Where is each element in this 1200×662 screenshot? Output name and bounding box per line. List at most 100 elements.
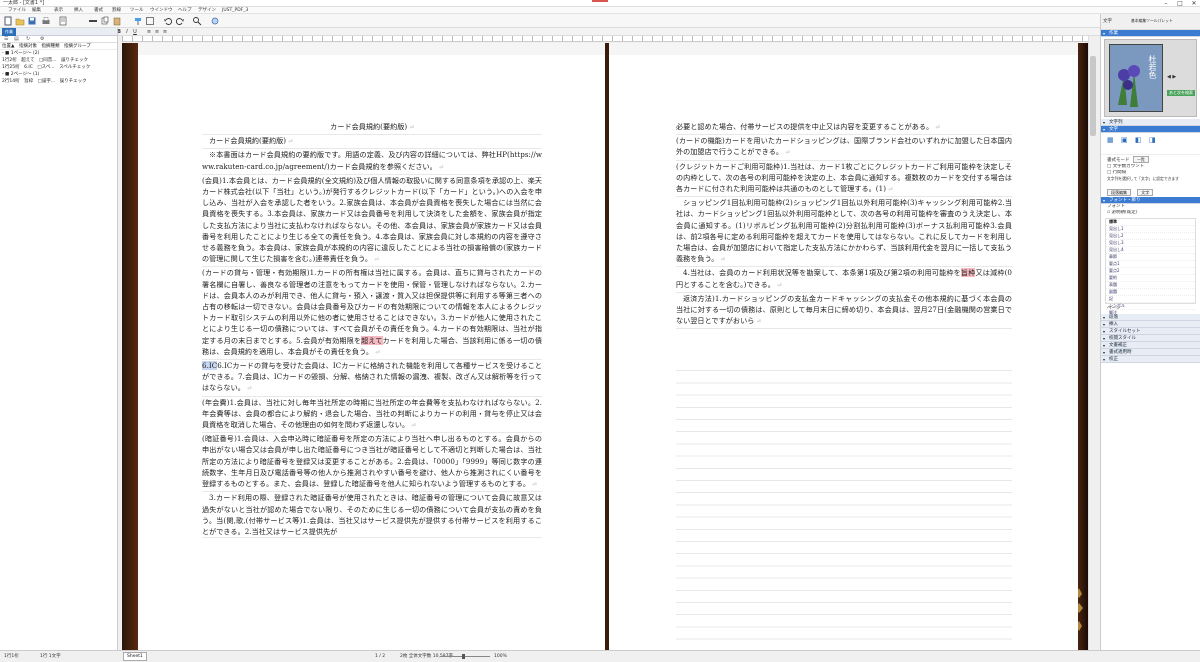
zoom-slider-thumb[interactable] — [462, 654, 465, 659]
settings-icon[interactable]: ⚙ — [40, 36, 44, 43]
underline-button[interactable]: U — [132, 28, 138, 36]
style-item[interactable]: 要点2 — [1106, 268, 1195, 275]
menu-ruled-lines[interactable]: 罫線 — [112, 7, 121, 14]
result-row[interactable]: 1行2桁 超えて □同音... 誤りチェック — [0, 57, 117, 64]
copy-style-icon[interactable]: ▣ — [1121, 136, 1128, 144]
prev-template-icon[interactable]: ◀ ▶ — [1167, 74, 1176, 80]
ruby-icon[interactable]: ◨ — [1149, 136, 1156, 144]
style-item[interactable]: 見出し1 — [1106, 226, 1195, 233]
section-proofread[interactable]: 校正 — [1101, 356, 1200, 363]
style-item[interactable]: 要点1 — [1106, 261, 1195, 268]
menu-just-pdf[interactable]: JUST_PDF_3 — [222, 7, 248, 14]
menu-file[interactable]: ファイル — [8, 7, 26, 14]
empty-lines[interactable] — [676, 359, 1012, 649]
menu-format[interactable]: 書式 — [94, 7, 103, 14]
tab-work[interactable]: 作業 — [2, 28, 16, 36]
open-folder-icon[interactable] — [15, 16, 25, 26]
section-doc-correction[interactable]: 文書補正 — [1101, 342, 1200, 349]
section-review-style[interactable]: 校閲スタイル — [1101, 335, 1200, 342]
style-item[interactable]: 見出し3 — [1106, 240, 1195, 247]
style-item[interactable]: 副題 — [1106, 289, 1195, 296]
result-row[interactable]: 2行14桁 旨枠 □誤字... 誤りチェック — [0, 78, 117, 85]
menu-view[interactable]: 表示 — [54, 7, 63, 14]
result-group[interactable]: - ■ 1ページ～ (2) — [0, 50, 117, 57]
template-preview[interactable]: 杜若色 ◀ ▶ あと次を検索 — [1104, 39, 1197, 117]
section-insert[interactable]: 挿入 — [1101, 321, 1200, 328]
paste-icon[interactable] — [112, 16, 122, 26]
refresh-icon[interactable]: ↻ — [26, 36, 30, 43]
new-document-icon[interactable] — [3, 16, 13, 26]
style-item[interactable]: 表題 — [1106, 282, 1195, 289]
result-row[interactable]: 1行25桁 6.IC □スペ... スペルチェック — [0, 64, 117, 71]
paragraph[interactable]: (クレジットカードご利用可能枠)1.当社は、カード1枚ごとにクレジットカードご利… — [676, 161, 1012, 198]
search-icon[interactable] — [192, 16, 202, 26]
paragraph[interactable]: ※本書面はカード会員規約の要約版です。用語の定義、及び内容の詳細については、弊社… — [202, 149, 542, 175]
paragraph[interactable]: 6.IC6.ICカードの貸与を受けた会員は、ICカードに格納された機能を利用して… — [202, 360, 542, 397]
style-icon[interactable]: ◧ — [1135, 136, 1142, 144]
section-text-list[interactable]: 文字列 — [1101, 119, 1200, 126]
section-format-apply[interactable]: 書式適用時 — [1101, 349, 1200, 356]
paragraph-edit-button[interactable]: 段落編集 — [1107, 189, 1131, 196]
check-highlight-red[interactable]: 超えて — [361, 335, 383, 345]
menu-window[interactable]: ウインドウ — [150, 7, 173, 14]
minimize-button[interactable]: – — [1160, 0, 1172, 7]
paragraph[interactable]: 3.カード利用の際、登録された暗証番号が使用されたときは、暗証番号の管理について… — [202, 492, 542, 539]
scrollbar-thumb[interactable] — [1090, 56, 1096, 136]
doc-mode-select[interactable]: 一覧 — [1132, 156, 1149, 163]
filter-icon[interactable]: ▤ — [14, 36, 19, 43]
paragraph[interactable]: 4.当社は、会員のカード利用状況等を勘案して、本条第1項及び第2項の利用可能枠を… — [676, 267, 1012, 293]
format-paint-icon[interactable] — [133, 16, 143, 26]
sheet-tab[interactable]: Sheet1 — [123, 652, 147, 661]
paragraph[interactable]: ショッピング1回払利用可能枠(2)ショッピング1回払以外利用可能枠(3)キャッシ… — [676, 197, 1012, 268]
style-item[interactable]: 章節 — [1106, 254, 1195, 261]
maximize-button[interactable]: □ — [1174, 0, 1186, 7]
style-item[interactable]: 見出し4 — [1106, 247, 1195, 254]
next-search-button[interactable]: あと次を検索 — [1167, 90, 1195, 96]
close-button[interactable]: ✕ — [1188, 0, 1200, 7]
style-item[interactable]: 要約 — [1106, 275, 1195, 282]
vertical-scrollbar[interactable] — [1088, 36, 1097, 650]
zoom-icon[interactable] — [210, 16, 220, 26]
font-select[interactable]: ▫ 游明朝(既定) — [1101, 210, 1200, 216]
section-paragraph[interactable]: 段落 — [1101, 314, 1200, 321]
text-button[interactable]: 文字 — [1137, 189, 1154, 196]
menu-insert[interactable]: 挿入 — [74, 7, 83, 14]
paragraph[interactable]: 返済方法)1.カードショッピングの支払金カードキャッシングの支払金その他本規約に… — [676, 293, 1012, 330]
result-group[interactable]: - ■ 2ページ～ (1) — [0, 71, 117, 78]
paragraph[interactable]: (年会費)1.会員は、当社に対し毎年当社所定の時期に当社所定の年会費等を支払わな… — [202, 397, 542, 434]
italic-button[interactable]: I — [124, 28, 130, 36]
section-text[interactable]: 文字 — [1101, 126, 1200, 133]
document-title[interactable]: カード会員規約(要約版) ⏎ — [202, 121, 542, 136]
page-1-text[interactable]: カード会員規約(要約版) ⏎ カード会員規約(要約版) ⏎ ※本書面はカード会員… — [202, 121, 542, 539]
align-right-button[interactable]: ≡ — [162, 28, 168, 36]
list-view-icon[interactable]: ☰ — [4, 36, 8, 43]
menu-edit[interactable]: 編集 — [32, 7, 41, 14]
document-subtitle[interactable]: カード会員規約(要約版) ⏎ — [202, 135, 542, 150]
save-icon[interactable] — [27, 16, 37, 26]
redo-icon[interactable] — [175, 16, 185, 26]
menu-design[interactable]: デザイン — [198, 7, 216, 14]
section-work[interactable]: 作業 — [1101, 30, 1200, 37]
paragraph[interactable]: (カードの貸与・管理・有効期限)1.カードの所有権は当社に属する。会員は、直ちに… — [202, 267, 542, 361]
undo-icon[interactable] — [163, 16, 173, 26]
text-tool-icon[interactable]: ▦ — [1107, 136, 1114, 144]
paragraph[interactable]: (会員)1.本会員とは、カード会員規約(全文規約)及び個人情報の取扱いに関する同… — [202, 175, 542, 268]
copy-icon[interactable] — [100, 16, 110, 26]
page-2-text[interactable]: 必要と認めた場合、付帯サービスの提供を中止又は内容を変更することがある。 ⏎ (… — [676, 121, 1012, 330]
paragraph[interactable]: 必要と認めた場合、付帯サービスの提供を中止又は内容を変更することがある。 ⏎ — [676, 121, 1012, 136]
section-style-set[interactable]: スタイルセット — [1101, 328, 1200, 335]
document-area[interactable]: カード会員規約(要約版) ⏎ カード会員規約(要約版) ⏎ ※本書面はカード会員… — [122, 43, 1088, 650]
paragraph[interactable]: (暗証番号)1.会員は、入会申込時に暗証番号を所定の方法により当社へ申し出るもの… — [202, 433, 542, 493]
paragraph[interactable]: (カードの機能)カードを用いたカードショッピングは、国際ブランド会社のいずれかに… — [676, 135, 1012, 161]
horizontal-ruler[interactable] — [122, 36, 1088, 42]
page-1[interactable]: カード会員規約(要約版) ⏎ カード会員規約(要約版) ⏎ ※本書面はカード会員… — [138, 55, 605, 650]
style-item[interactable]: 見出し2 — [1106, 233, 1195, 240]
cut-icon[interactable] — [88, 16, 98, 26]
check-highlight-red[interactable]: 旨枠 — [960, 268, 976, 278]
section-font-decoration[interactable]: フォント・飾り — [1101, 197, 1200, 204]
style-item[interactable]: 記 — [1106, 296, 1195, 303]
page-button[interactable]: ページ — [1101, 306, 1200, 312]
menu-help[interactable]: ヘルプ — [178, 7, 192, 14]
zoom-slider[interactable] — [440, 656, 490, 657]
align-left-button[interactable]: ≡ — [146, 28, 152, 36]
